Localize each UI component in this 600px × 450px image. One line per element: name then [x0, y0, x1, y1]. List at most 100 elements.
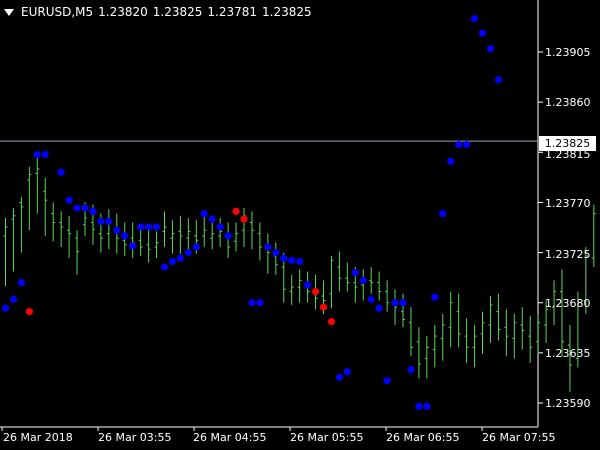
indicator-dot-blue [208, 215, 216, 223]
indicator-dot-blue [200, 209, 208, 218]
indicator-dot-blue [407, 365, 415, 374]
ohlc-bar [75, 230, 80, 275]
symbol-label: EURUSD,M5 [21, 5, 94, 19]
ohlc-bar [218, 218, 223, 247]
indicator-dot-red [25, 308, 33, 316]
ohlc-bar [67, 215, 72, 259]
ohlc-bar [234, 222, 239, 252]
ohlc-bar [456, 293, 461, 348]
indicator-dot-blue [463, 140, 471, 149]
current-price-label: 1.23825 [539, 136, 596, 151]
indicator-dot-blue [129, 242, 137, 250]
indicator-dot-blue [9, 295, 18, 303]
indicator-dot-blue [248, 299, 256, 307]
ohlc-bar [504, 309, 509, 357]
indicator-dot-blue [391, 299, 399, 307]
ohlc-bar [297, 269, 302, 303]
indicator-dot-blue [296, 257, 304, 266]
ohlc-bar [178, 215, 183, 254]
indicator-dot-blue [97, 217, 105, 225]
ohlc-bar [385, 280, 390, 312]
ohlc-bar [51, 202, 56, 242]
ohlc-bar [27, 166, 32, 231]
indicator-dot-blue [486, 45, 495, 53]
ohlc-bar [202, 213, 207, 247]
price-tick: 1.23725 [545, 248, 591, 261]
indicator-dot-blue [304, 281, 312, 289]
indicator-dot-blue [367, 295, 375, 303]
indicator-dot-blue [17, 279, 25, 287]
ohlc-bar [3, 218, 8, 286]
ohlc-bar [408, 307, 413, 357]
ohlc-bar [257, 222, 262, 261]
ohlc-bar [560, 269, 564, 357]
indicator-dot-blue [415, 402, 423, 410]
ohlc-bar [480, 311, 485, 354]
indicator-dot-red [240, 215, 248, 223]
ohlc-bar [11, 208, 16, 272]
indicator-dot-red [311, 287, 320, 296]
low-value: 1.23781 [207, 5, 258, 19]
ohlc-bar [43, 177, 48, 236]
indicator-dot-blue [113, 226, 121, 234]
ohlc-bar [345, 262, 350, 292]
trading-chart[interactable]: EURUSD,M5 1.23820 1.23825 1.23781 1.2382… [0, 0, 600, 450]
indicator-dot-blue [184, 248, 192, 257]
indicator-dot-blue [176, 254, 184, 262]
indicator-dot-blue [41, 150, 49, 159]
ohlc-bar [19, 196, 24, 253]
ohlc-bar [416, 327, 421, 379]
ohlc-bar [162, 211, 167, 247]
indicator-dot-blue [431, 293, 439, 301]
ohlc-bar [432, 325, 437, 368]
price-tick: 1.23860 [545, 96, 591, 109]
indicator-dot-blue [399, 299, 407, 307]
ohlc-bar [249, 211, 254, 250]
indicator-dot-blue [272, 248, 280, 257]
ohlc-bar [130, 222, 135, 259]
chart-header: EURUSD,M5 1.23820 1.23825 1.23781 1.2382… [4, 3, 312, 21]
ohlc-bar [273, 242, 278, 275]
indicator-dot-blue [478, 29, 487, 37]
open-value: 1.23820 [98, 5, 148, 19]
ohlc-bar [329, 255, 334, 309]
ohlc-bar [591, 204, 596, 268]
ohlc-bar [146, 229, 151, 263]
indicator-dot-blue [343, 368, 351, 376]
high-value: 1.23825 [152, 5, 203, 19]
ohlc-bar [528, 316, 533, 363]
indicator-dot-blue [192, 243, 200, 251]
indicator-dot-red [319, 303, 328, 311]
indicator-dot-blue [288, 256, 296, 264]
price-tick: 1.23680 [545, 297, 591, 310]
ohlc-bar [226, 222, 231, 259]
indicator-dot-red [232, 207, 240, 215]
price-chart-canvas[interactable] [0, 0, 600, 450]
ohlc-bar [448, 291, 453, 348]
indicator-dot-blue [160, 263, 169, 271]
indicator-dot-blue [1, 304, 10, 312]
indicator-dot-blue [145, 223, 153, 231]
ohlc-bar [361, 269, 366, 301]
ohlc-bar [106, 209, 111, 250]
ohlc-bar [512, 313, 517, 359]
ohlc-bar [393, 289, 398, 325]
indicator-dot-red [327, 318, 336, 326]
time-tick: 26 Mar 05:55 [290, 431, 364, 444]
indicator-dot-blue [256, 299, 264, 307]
indicator-dot-blue [89, 207, 97, 215]
price-tick: 1.23590 [545, 397, 591, 410]
indicator-dot-blue [73, 204, 81, 212]
indicator-dot-blue [57, 168, 65, 176]
ohlc-bar [496, 293, 501, 341]
indicator-dot-blue [470, 14, 479, 23]
ohlc-bar [536, 313, 541, 354]
close-value: 1.23825 [262, 5, 312, 19]
indicator-dot-blue [335, 373, 343, 381]
indicator-dot-blue [375, 304, 383, 312]
ohlc-bar [337, 251, 342, 292]
indicator-dot-blue [494, 76, 502, 84]
dropdown-triangle-icon[interactable] [4, 8, 14, 16]
ohlc-bar [488, 296, 493, 343]
time-tick: 26 Mar 04:55 [193, 431, 267, 444]
